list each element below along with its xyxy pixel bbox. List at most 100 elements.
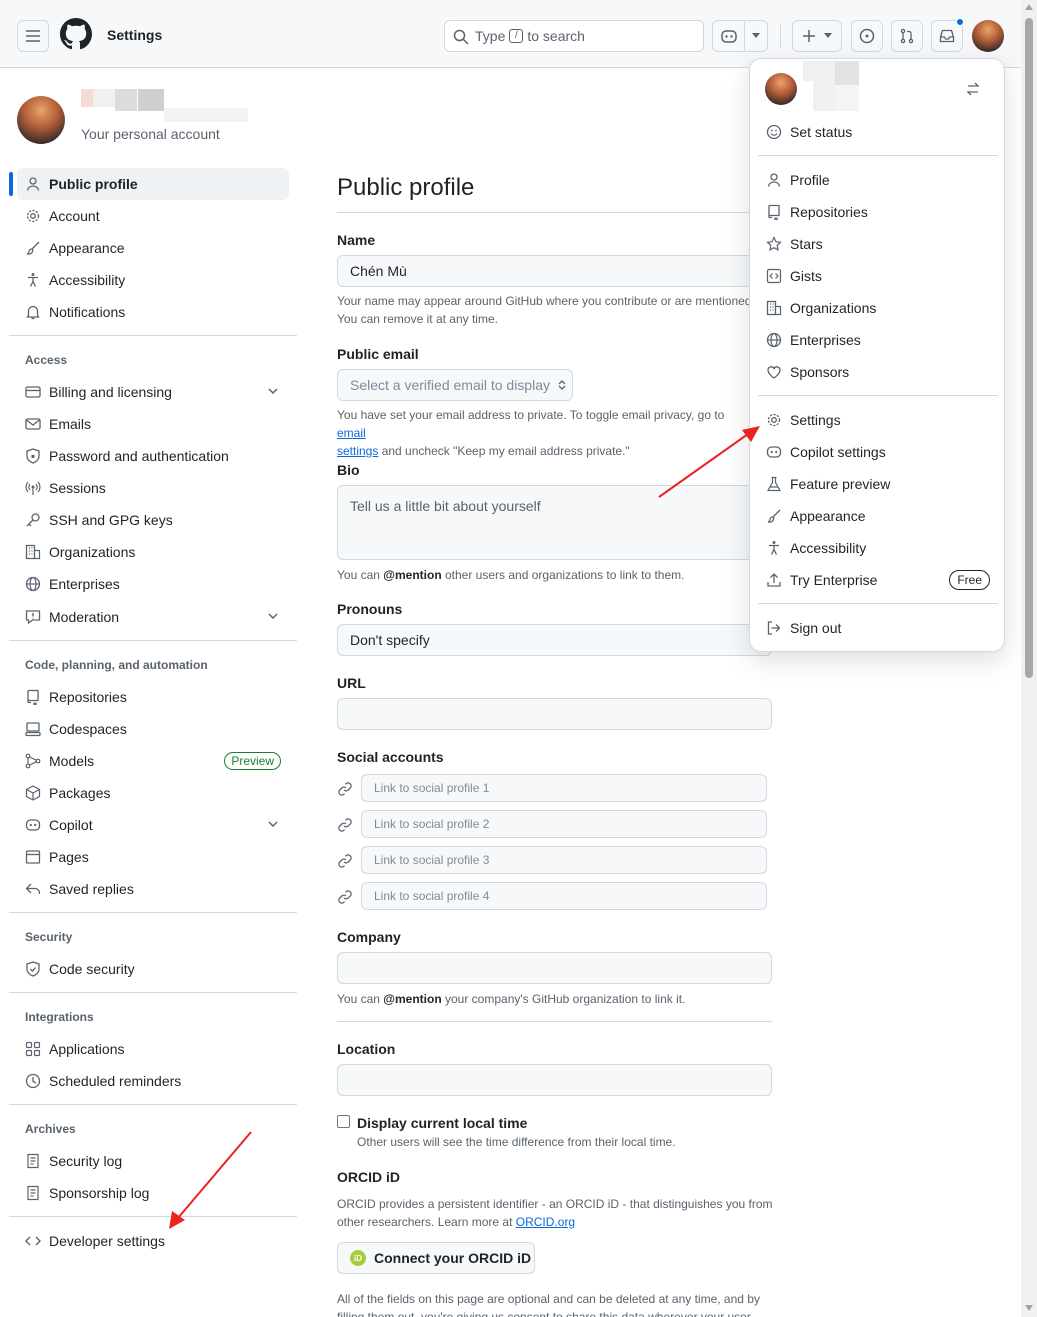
- social-profile-2-field[interactable]: Link to social profile 2: [361, 810, 767, 838]
- menu-item-enterprises[interactable]: Enterprises: [758, 324, 998, 356]
- email-settings-link-2[interactable]: settings: [337, 444, 378, 458]
- social-profile-4-field[interactable]: Link to social profile 4: [361, 882, 767, 910]
- menu-item-feature-preview[interactable]: Feature preview: [758, 468, 998, 500]
- company-field[interactable]: [337, 952, 772, 984]
- menu-item-accessibility[interactable]: Accessibility: [758, 532, 998, 564]
- location-field[interactable]: [337, 1064, 772, 1096]
- bell-icon: [25, 304, 41, 320]
- email-help-line-2: and uncheck "Keep my email address priva…: [381, 444, 630, 458]
- beaker-icon: [766, 476, 782, 492]
- sidebar-item-models[interactable]: Models Preview: [17, 745, 289, 777]
- menu-item-sign-out[interactable]: Sign out: [758, 612, 998, 644]
- paintbrush-icon: [25, 240, 41, 256]
- sidebar-item-packages[interactable]: Packages: [17, 777, 289, 809]
- bio-textarea[interactable]: Tell us a little bit about yourself: [337, 485, 772, 560]
- link-icon: [338, 854, 352, 868]
- sidebar-item-saved-replies[interactable]: Saved replies: [17, 873, 289, 905]
- search-input[interactable]: Type / to search: [444, 20, 704, 52]
- url-field[interactable]: [337, 698, 772, 730]
- menu-item-label: Accessibility: [790, 540, 867, 556]
- sidebar-item-label: Account: [49, 208, 100, 224]
- sidebar-item-codespaces[interactable]: Codespaces: [17, 713, 289, 745]
- sidebar-item-label: Accessibility: [49, 272, 126, 288]
- page-scrollbar[interactable]: [1021, 0, 1037, 1317]
- menu-item-copilot-settings[interactable]: Copilot settings: [758, 436, 998, 468]
- smiley-icon: [766, 124, 782, 140]
- sidebar-item-scheduled-reminders[interactable]: Scheduled reminders: [17, 1065, 289, 1097]
- inbox-icon: [939, 29, 955, 43]
- issues-button[interactable]: [851, 20, 883, 52]
- footer-line-1: All of the fields on this page are optio…: [337, 1292, 760, 1306]
- sidebar-item-label: Sessions: [49, 480, 106, 496]
- scroll-down-arrow[interactable]: [1025, 1305, 1033, 1311]
- sidebar-item-billing[interactable]: Billing and licensing: [17, 376, 289, 408]
- hamburger-menu-button[interactable]: [17, 20, 49, 52]
- header-divider: [780, 24, 781, 48]
- connect-orcid-button[interactable]: iD Connect your ORCID iD: [337, 1242, 535, 1274]
- menu-item-try-enterprise[interactable]: Try Enterprise Free: [758, 564, 998, 596]
- sidebar-item-ssh-gpg[interactable]: SSH and GPG keys: [17, 504, 289, 536]
- public-email-label: Public email: [337, 346, 419, 362]
- menu-item-organizations[interactable]: Organizations: [758, 292, 998, 324]
- copilot-button[interactable]: [712, 20, 768, 52]
- email-settings-link[interactable]: email: [337, 426, 366, 440]
- sidebar-item-account[interactable]: Account: [17, 200, 289, 232]
- sidebar-item-pages[interactable]: Pages: [17, 841, 289, 873]
- gear-icon: [766, 412, 782, 428]
- user-avatar-button[interactable]: [972, 20, 1004, 52]
- profile-avatar[interactable]: [17, 96, 65, 144]
- menu-item-settings[interactable]: Settings: [758, 404, 998, 436]
- menu-item-gists[interactable]: Gists: [758, 260, 998, 292]
- menu-item-profile[interactable]: Profile: [758, 164, 998, 196]
- sidebar-item-code-security[interactable]: Code security: [17, 953, 289, 985]
- name-value: Chén Mù: [350, 263, 407, 279]
- public-email-select[interactable]: Select a verified email to display: [337, 369, 573, 401]
- social-profile-3-field[interactable]: Link to social profile 3: [361, 846, 767, 874]
- scroll-thumb[interactable]: [1025, 18, 1033, 678]
- sidebar-item-password[interactable]: Password and authentication: [17, 440, 289, 472]
- sidebar-item-notifications[interactable]: Notifications: [17, 296, 289, 328]
- sidebar-item-organizations[interactable]: Organizations: [17, 536, 289, 568]
- create-new-button[interactable]: [792, 20, 842, 52]
- menu-item-set-status[interactable]: Set status: [758, 116, 998, 148]
- menu-item-appearance[interactable]: Appearance: [758, 500, 998, 532]
- sidebar-item-emails[interactable]: Emails: [17, 408, 289, 440]
- pull-requests-button[interactable]: [891, 20, 923, 52]
- sidebar-item-public-profile[interactable]: Public profile: [17, 168, 289, 200]
- pronouns-select[interactable]: Don't specify: [337, 624, 772, 656]
- sidebar-item-developer-settings[interactable]: Developer settings: [17, 1225, 289, 1257]
- sidebar-item-appearance[interactable]: Appearance: [17, 232, 289, 264]
- sidebar-item-repositories[interactable]: Repositories: [17, 681, 289, 713]
- sidebar-item-sessions[interactable]: Sessions: [17, 472, 289, 504]
- sidebar-item-label: Repositories: [49, 689, 127, 705]
- sidebar-item-security-log[interactable]: Security log: [17, 1145, 289, 1177]
- select-arrows-icon: [558, 380, 566, 390]
- orcid-help: ORCID provides a persistent identifier -…: [337, 1195, 777, 1231]
- display-local-time-label: Display current local time: [357, 1115, 528, 1131]
- globe-icon: [25, 576, 41, 592]
- link-icon: [338, 782, 352, 796]
- social-profile-1-field[interactable]: Link to social profile 1: [361, 774, 767, 802]
- company-help-prefix: You can: [337, 992, 380, 1006]
- sidebar-item-label: Emails: [49, 416, 92, 432]
- sidebar-item-copilot[interactable]: Copilot: [17, 809, 289, 841]
- menu-item-repositories[interactable]: Repositories: [758, 196, 998, 228]
- name-field[interactable]: Chén Mù: [337, 255, 772, 287]
- sidebar-item-sponsorship-log[interactable]: Sponsorship log: [17, 1177, 289, 1209]
- sidebar-item-applications[interactable]: Applications: [17, 1033, 289, 1065]
- sidebar-item-label: Scheduled reminders: [49, 1073, 182, 1089]
- menu-item-stars[interactable]: Stars: [758, 228, 998, 260]
- menu-item-sponsors[interactable]: Sponsors: [758, 356, 998, 388]
- github-logo-icon[interactable]: [60, 18, 92, 50]
- menu-item-label: Try Enterprise: [790, 572, 878, 588]
- display-local-time-checkbox[interactable]: [337, 1115, 350, 1128]
- plus-icon: [803, 30, 815, 42]
- link-icon: [338, 818, 352, 832]
- sidebar-item-accessibility[interactable]: Accessibility: [17, 264, 289, 296]
- scroll-up-arrow[interactable]: [1025, 4, 1033, 10]
- orcid-link[interactable]: ORCID.org: [516, 1215, 575, 1229]
- sidebar-item-enterprises[interactable]: Enterprises: [17, 568, 289, 600]
- switch-account-icon[interactable]: [965, 81, 981, 97]
- log-icon: [25, 1153, 41, 1169]
- sidebar-item-moderation[interactable]: Moderation: [17, 601, 289, 633]
